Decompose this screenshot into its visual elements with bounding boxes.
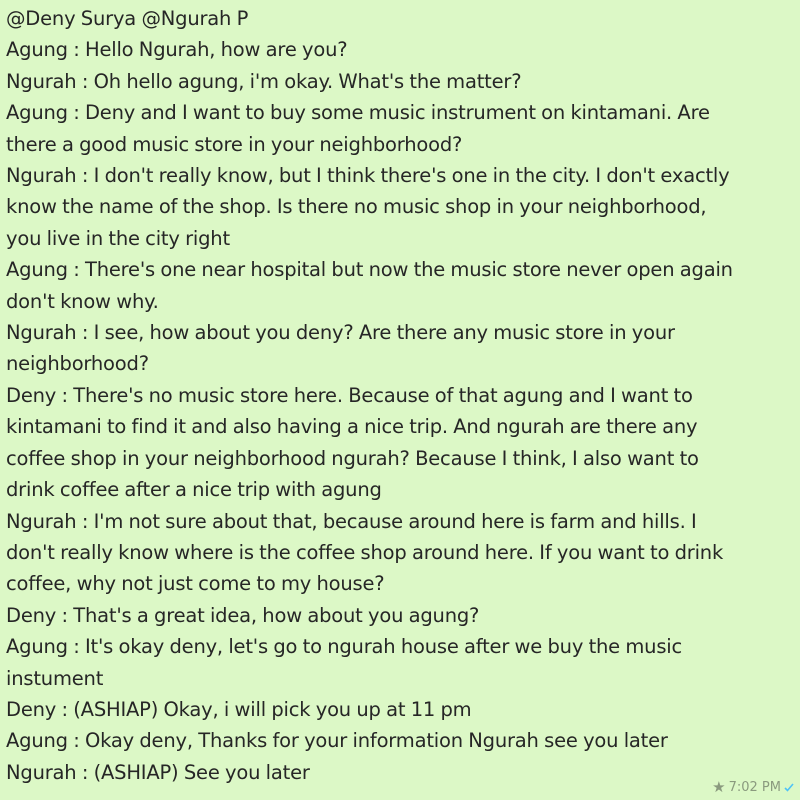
message-footer: ★ 7:02 PM [712,778,794,796]
message-line-4: Ngurah : I don't really know, but I thin… [6,164,730,250]
message-line-11: Deny : (ASHIAP) Okay, i will pick you up… [6,697,472,721]
message-line-12: Agung : Okay deny, Thanks for your infor… [6,729,668,753]
message-line-13: Ngurah : (ASHIAP) See you later [6,760,310,784]
check-icon [784,783,794,792]
message-line-3: Agung : Deny and I want to buy some musi… [6,101,710,156]
message-line-10: Agung : It's okay deny, let's go to ngur… [6,635,683,690]
message-line-8: Ngurah : I'm not sure about that, becaus… [6,509,724,596]
message-list: Agung : Hello Ngurah, how are you? Ngura… [6,34,800,788]
message-line-2: Ngurah : Oh hello agung, i'm okay. What'… [6,69,522,93]
star-icon[interactable]: ★ [712,778,725,796]
message-line-1: Agung : Hello Ngurah, how are you? [6,38,348,62]
message-line-7: Deny : There's no music store here. Beca… [6,383,699,502]
message-time: 7:02 PM [728,779,781,795]
message-line-5: Agung : There's one near hospital but no… [6,258,733,313]
message-line-9: Deny : That's a great idea, how about yo… [6,603,480,627]
message-bubble[interactable]: @Deny Surya @Ngurah P Agung : Hello Ngur… [0,0,800,800]
mentions-line: @Deny Surya @Ngurah P [6,7,249,30]
message-line-6: Ngurah : I see, how about you deny? Are … [6,321,675,376]
